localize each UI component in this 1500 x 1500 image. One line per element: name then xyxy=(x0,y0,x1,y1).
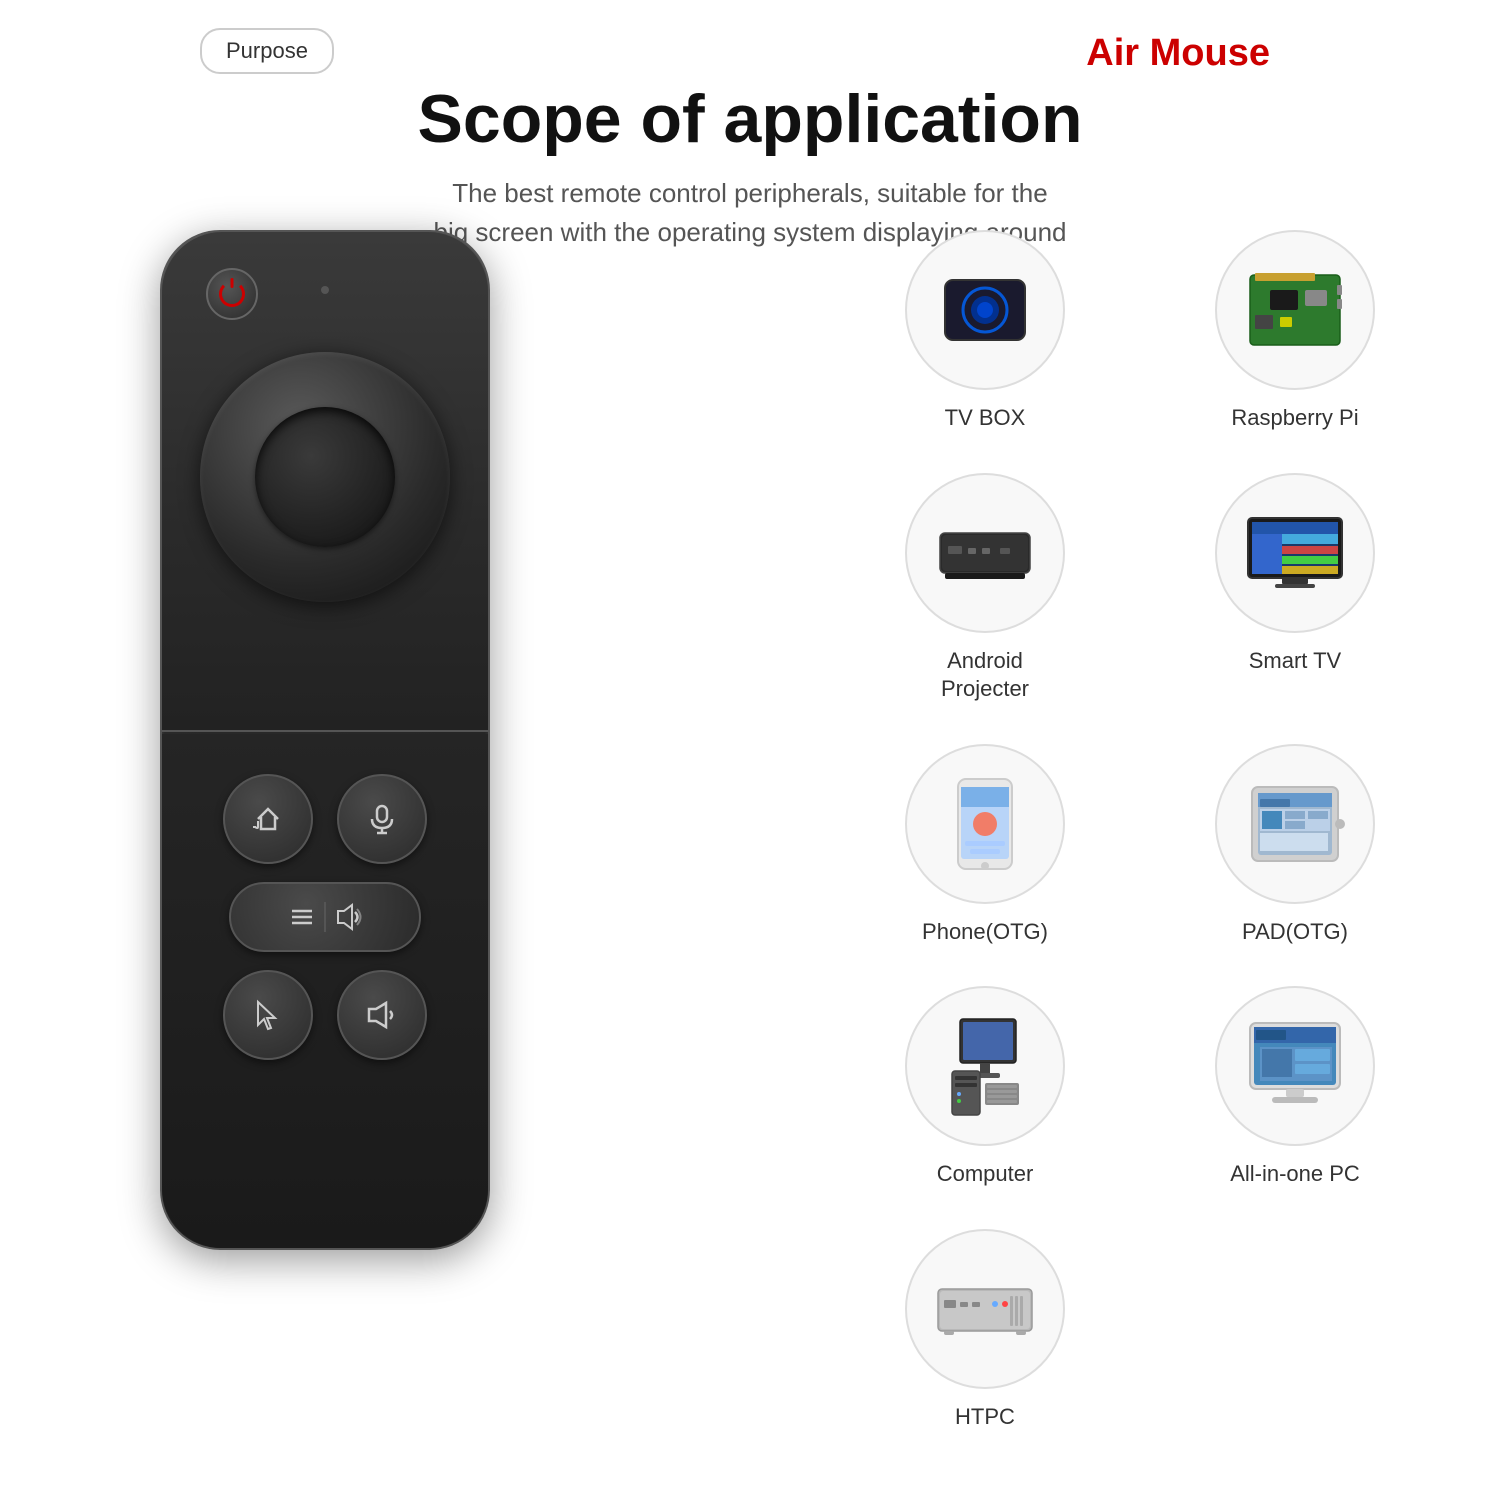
phone-otg-label: Phone(OTG) xyxy=(922,918,1048,947)
raspberry-pi-illustration xyxy=(1240,255,1350,365)
android-projector-circle xyxy=(905,473,1065,633)
device-raspberry-pi: Raspberry Pi xyxy=(1190,230,1400,433)
power-button[interactable] xyxy=(206,268,258,320)
pad-otg-circle xyxy=(1215,744,1375,904)
button-row-1 xyxy=(162,774,488,864)
htpc-circle xyxy=(905,1229,1065,1389)
remote-body xyxy=(160,230,490,1250)
devices-row-5: HTPC xyxy=(880,1229,1400,1432)
divider xyxy=(324,902,326,932)
menu-volume-container xyxy=(288,902,362,932)
phone-otg-circle xyxy=(905,744,1065,904)
device-smart-tv: Smart TV xyxy=(1190,473,1400,704)
tv-box-circle xyxy=(905,230,1065,390)
menu-volume-row xyxy=(229,882,421,952)
volume-up-icon xyxy=(334,903,362,931)
android-projector-illustration xyxy=(930,498,1040,608)
volume-down-icon xyxy=(364,997,400,1033)
smart-tv-illustration xyxy=(1240,498,1350,608)
volume-down-button[interactable] xyxy=(337,970,427,1060)
device-all-in-one: All-in-one PC xyxy=(1190,986,1400,1189)
led-indicator xyxy=(321,286,329,294)
pad-otg-label: PAD(OTG) xyxy=(1242,918,1348,947)
raspberry-pi-label: Raspberry Pi xyxy=(1231,404,1358,433)
remote-control xyxy=(160,230,490,1250)
microphone-button[interactable] xyxy=(337,774,427,864)
remote-top xyxy=(162,232,488,732)
device-htpc: HTPC xyxy=(880,1229,1090,1432)
home-back-button[interactable] xyxy=(223,774,313,864)
mouse-cursor-icon xyxy=(250,997,286,1033)
devices-row-2: Android Projecter xyxy=(880,473,1400,704)
scroll-wheel[interactable] xyxy=(200,352,450,602)
device-computer: Computer xyxy=(880,986,1090,1189)
tv-box-label: TV BOX xyxy=(945,404,1026,433)
menu-icon xyxy=(288,903,316,931)
computer-circle xyxy=(905,986,1065,1146)
devices-row-1: TV BOX Raspberry Pi xyxy=(880,230,1400,433)
htpc-illustration xyxy=(930,1254,1040,1364)
all-in-one-label: All-in-one PC xyxy=(1230,1160,1360,1189)
tv-box-illustration xyxy=(930,255,1040,365)
devices-grid: TV BOX Raspberry Pi xyxy=(880,230,1400,1472)
pad-illustration xyxy=(1240,769,1350,879)
microphone-icon xyxy=(364,801,400,837)
device-phone-otg: Phone(OTG) xyxy=(880,744,1090,947)
smart-tv-label: Smart TV xyxy=(1249,647,1342,676)
computer-label: Computer xyxy=(937,1160,1034,1189)
button-row-3 xyxy=(162,970,488,1060)
smart-tv-circle xyxy=(1215,473,1375,633)
device-pad-otg: PAD(OTG) xyxy=(1190,744,1400,947)
air-mouse-label: Air Mouse xyxy=(1086,32,1270,75)
page-title: Scope of application xyxy=(0,80,1500,158)
scroll-wheel-inner xyxy=(255,407,395,547)
power-icon xyxy=(219,281,245,307)
devices-row-3: Phone(OTG) xyxy=(880,744,1400,947)
remote-bottom xyxy=(162,734,488,1248)
computer-illustration xyxy=(930,1011,1040,1121)
home-back-icon xyxy=(250,801,286,837)
mouse-button[interactable] xyxy=(223,970,313,1060)
all-in-one-circle xyxy=(1215,986,1375,1146)
device-android-projector: Android Projecter xyxy=(880,473,1090,704)
raspberry-pi-circle xyxy=(1215,230,1375,390)
title-area: Scope of application The best remote con… xyxy=(0,80,1500,252)
phone-illustration xyxy=(930,769,1040,879)
devices-row-4: Computer xyxy=(880,986,1400,1189)
all-in-one-illustration xyxy=(1240,1011,1350,1121)
purpose-badge: Purpose xyxy=(200,28,334,74)
android-projector-label: Android Projecter xyxy=(941,647,1029,704)
htpc-label: HTPC xyxy=(955,1403,1015,1432)
device-tv-box: TV BOX xyxy=(880,230,1090,433)
